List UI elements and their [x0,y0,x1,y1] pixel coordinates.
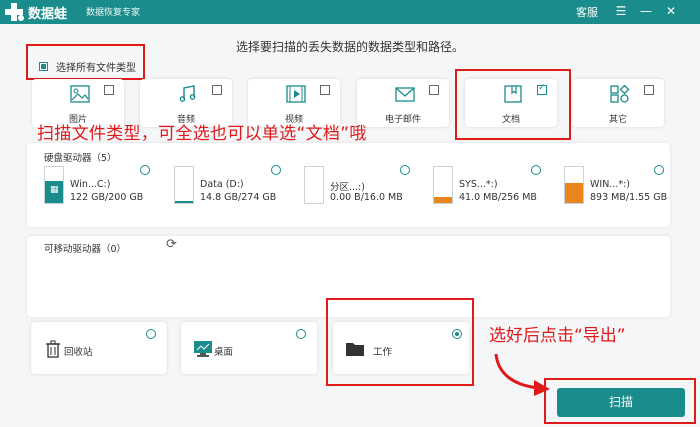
app-logo-icon [5,3,24,21]
type-label: 其它 [608,115,627,125]
email-checkbox[interactable] [429,85,439,95]
drive-name: 分区...:) [330,182,365,193]
annotation-text-1: 扫描文件类型，可全选也可以单选“文档”哦 [37,124,367,144]
annotation-box-scan [544,378,696,424]
annotation-box-work [326,298,474,386]
email-icon [395,87,415,102]
video-icon [286,85,306,103]
drive-name: SYS...*:) [459,179,498,190]
drive-size: 122 GB/200 GB [70,192,144,203]
app-subtitle: 数据恢复专家 [86,8,141,18]
drive-size: 0.00 B/16.0 MB [330,192,403,203]
drive-icon [433,166,453,204]
drive-radio-partition[interactable] [400,165,410,175]
menu-icon[interactable]: ☰ [614,4,628,18]
location-label: 回收站 [64,347,93,358]
drive-icon [174,166,194,204]
minimize-icon[interactable]: — [639,4,653,18]
image-checkbox[interactable] [104,85,114,95]
drive-name: Data (D:) [200,179,244,190]
annotation-box-document [455,69,571,140]
drive-size: 41.0 MB/256 MB [459,192,537,203]
annotation-text-2: 选好后点击“导出” [489,326,626,346]
annotation-box-select-all [26,44,145,80]
drive-icon: ▦ [44,166,64,204]
drive-item-win[interactable]: WIN...*:) 893 MB/1.55 GB [564,166,682,206]
app-name: 数据蛙 [28,7,68,22]
drive-icon [564,166,584,204]
drive-name: Win...C:) [70,179,111,190]
location-radio-desktop[interactable] [296,329,306,339]
drive-icon [304,166,324,204]
hard-drives-title: 硬盘驱动器（5） [44,153,117,164]
type-label: 电子邮件 [384,115,421,125]
location-desktop[interactable]: 桌面 [181,322,317,374]
type-card-other[interactable]: 其它 [572,79,664,127]
location-label: 桌面 [214,347,234,358]
refresh-icon[interactable]: ⟳ [166,237,177,252]
location-radio-recycle-bin[interactable] [146,329,156,339]
drive-radio-win[interactable] [654,165,664,175]
desktop-icon [194,341,212,357]
drive-size: 893 MB/1.55 GB [590,192,668,203]
drive-radio-c[interactable] [140,165,150,175]
location-recycle-bin[interactable]: 回收站 [31,322,167,374]
drive-name: WIN...*:) [590,179,631,190]
removable-drives-title: 可移动驱动器（0） [44,244,127,255]
other-icon [610,85,630,103]
title-bar: 数据蛙 数据恢复专家 客服 ☰ — ✕ [0,0,700,24]
close-icon[interactable]: ✕ [664,4,678,18]
recycle-bin-icon [46,340,60,358]
audio-checkbox[interactable] [212,85,222,95]
drive-radio-d[interactable] [271,165,281,175]
other-checkbox[interactable] [644,85,654,95]
drive-size: 14.8 GB/274 GB [200,192,277,203]
image-icon [70,85,90,103]
customer-service-link[interactable]: 客服 [576,4,598,20]
type-card-email[interactable]: 电子邮件 [357,79,449,127]
drive-radio-sys[interactable] [531,165,541,175]
video-checkbox[interactable] [320,85,330,95]
audio-icon [179,85,196,102]
windows-icon: ▦ [50,185,59,195]
